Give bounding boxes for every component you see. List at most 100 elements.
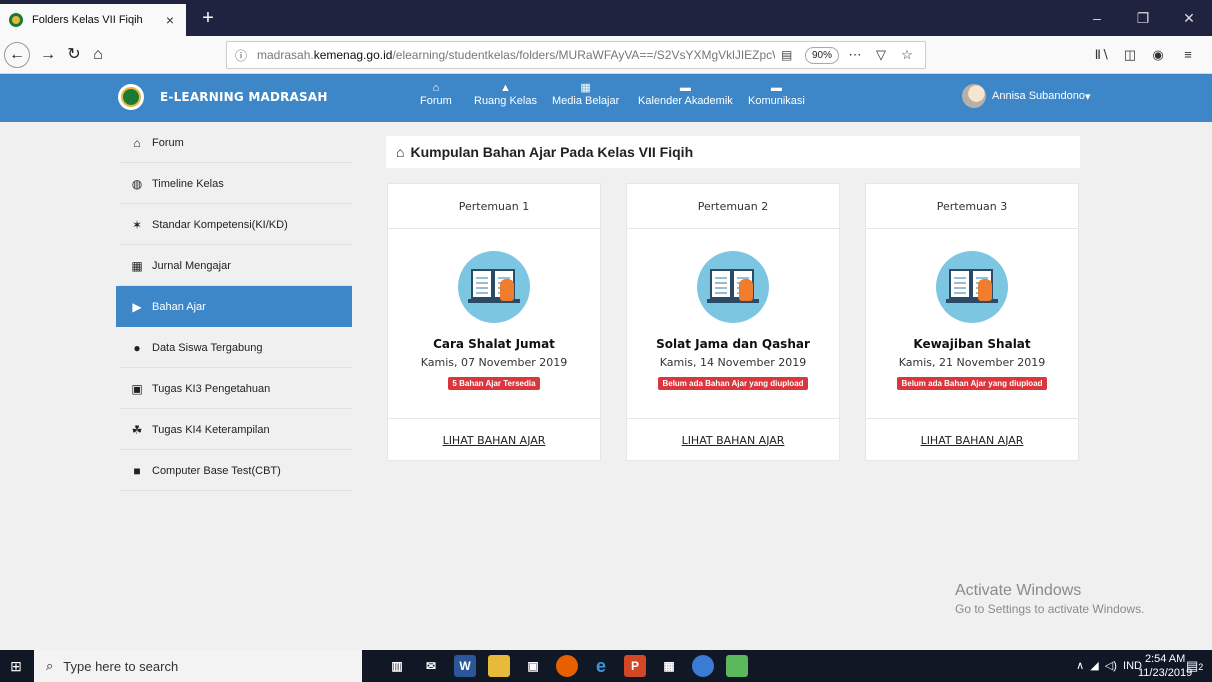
sidebar-item-bahan-ajar[interactable]: ▶ Bahan Ajar xyxy=(116,286,352,327)
store-icon[interactable]: ▣ xyxy=(522,655,544,677)
restore-icon[interactable]: ❐ xyxy=(1120,0,1166,36)
meeting-date: Kamis, 07 November 2019 xyxy=(420,356,568,369)
taskbar-clock[interactable]: 2:54 AM 11/23/2019 xyxy=(1138,652,1192,680)
calendar-icon: ▬ xyxy=(679,82,691,94)
address-bar[interactable]: ⓘ madrasah.kemenag.go.id/elearning/stude… xyxy=(226,41,926,69)
meeting-card: Pertemuan 1 Cara Shalat Jumat Kamis, 07 … xyxy=(387,183,601,461)
file-explorer-icon[interactable] xyxy=(488,655,510,677)
new-tab-button[interactable]: + xyxy=(196,6,220,30)
chevron-down-icon: ▾ xyxy=(1084,90,1091,103)
avatar xyxy=(962,84,986,108)
more-icon[interactable]: ⋯ xyxy=(845,47,865,63)
user-menu[interactable]: Annisa Subandono ▾ xyxy=(962,84,1091,108)
task-view-icon[interactable]: ▥ xyxy=(386,655,408,677)
site-favicon xyxy=(9,13,23,27)
tab-close-icon[interactable]: × xyxy=(162,12,178,28)
nav-komunikasi[interactable]: ▬ Komunikasi xyxy=(748,82,805,108)
meeting-card: Pertemuan 3 Kewajiban Shalat Kamis, 21 N… xyxy=(865,183,1079,461)
library-icon[interactable]: Ⅱ∖ xyxy=(1090,44,1114,66)
notification-icon[interactable]: ▤2 xyxy=(1186,658,1203,674)
url-text[interactable]: madrasah.kemenag.go.id/elearning/student… xyxy=(257,48,775,62)
sidebar-item-timeline-kelas[interactable]: ◍ Timeline Kelas xyxy=(116,163,352,204)
meeting-number: Pertemuan 3 xyxy=(866,184,1078,229)
book-icon xyxy=(697,251,769,323)
nav-ruang-kelas[interactable]: ▲ Ruang Kelas xyxy=(474,82,537,108)
edit-icon: ■ xyxy=(133,463,141,478)
reload-icon[interactable]: ↻ xyxy=(62,43,86,67)
status-badge: Belum ada Bahan Ajar yang diupload xyxy=(658,377,808,390)
task-icon: ▣ xyxy=(131,381,143,396)
meeting-card: Pertemuan 2 Solat Jama dan Qashar Kamis,… xyxy=(626,183,840,461)
calendar-icon: ▦ xyxy=(131,258,143,273)
minimize-icon[interactable]: – xyxy=(1074,0,1120,36)
pocket-icon[interactable]: ▽ xyxy=(871,47,891,63)
calendar-app-icon[interactable]: ▦ xyxy=(658,655,680,677)
sidebar-item-tugas-ki3[interactable]: ▣ Tugas KI3 Pengetahuan xyxy=(116,368,352,409)
sidebar-item-standar-kompetensi[interactable]: ✶ Standar Kompetensi(KI/KD) xyxy=(116,204,352,245)
info-icon[interactable]: ⓘ xyxy=(235,47,251,64)
meeting-title: Solat Jama dan Qashar xyxy=(656,337,810,351)
page-title: Kumpulan Bahan Ajar Pada Kelas VII Fiqih xyxy=(410,144,694,160)
nav-kalender-akademik[interactable]: ▬ Kalender Akademik xyxy=(638,82,733,108)
status-badge: 5 Bahan Ajar Tersedia xyxy=(448,377,540,390)
tab-title: Folders Kelas VII Fiqih xyxy=(32,14,143,26)
page-title-bar: ⌂ Kumpulan Bahan Ajar Pada Kelas VII Fiq… xyxy=(386,136,1080,168)
status-badge: Belum ada Bahan Ajar yang diupload xyxy=(897,377,1047,390)
nav-forum[interactable]: ⌂ Forum xyxy=(420,82,452,108)
sidebar-icon[interactable]: ◫ xyxy=(1118,44,1142,66)
timeline-icon: ◍ xyxy=(131,176,143,191)
home-icon: ⌂ xyxy=(133,135,141,150)
word-icon[interactable]: W xyxy=(454,655,476,677)
sidebar-item-jurnal-mengajar[interactable]: ▦ Jurnal Mengajar xyxy=(116,245,352,286)
meeting-title: Cara Shalat Jumat xyxy=(433,337,555,351)
mail-icon[interactable]: ✉ xyxy=(420,655,442,677)
home-icon: ⌂ xyxy=(396,144,405,160)
meeting-title: Kewajiban Shalat xyxy=(913,337,1031,351)
nav-media-belajar[interactable]: ▦ Media Belajar xyxy=(552,82,619,108)
view-material-link[interactable]: LIHAT BAHAN AJAR xyxy=(682,434,785,447)
meeting-date: Kamis, 21 November 2019 xyxy=(898,356,1046,369)
app-icon[interactable] xyxy=(692,655,714,677)
meeting-number: Pertemuan 2 xyxy=(627,184,839,229)
reader-icon[interactable]: ▤ xyxy=(781,48,799,62)
site-brand[interactable]: E-LEARNING MADRASAH xyxy=(160,90,328,104)
account-icon[interactable]: ◉ xyxy=(1146,44,1170,66)
search-icon: ⌕ xyxy=(46,658,54,673)
search-placeholder: Type here to search xyxy=(63,658,179,674)
bookmark-star-icon[interactable]: ☆ xyxy=(897,47,917,63)
meeting-number: Pertemuan 1 xyxy=(388,184,600,229)
view-material-link[interactable]: LIHAT BAHAN AJAR xyxy=(921,434,1024,447)
zoom-level[interactable]: 90% xyxy=(804,46,839,64)
sidebar-item-tugas-ki4[interactable]: ☘ Tugas KI4 Keterampilan xyxy=(116,409,352,450)
sidebar: ⌂ Forum ◍ Timeline Kelas ✶ Standar Kompe… xyxy=(116,122,352,491)
browser-tab[interactable]: Folders Kelas VII Fiqih × xyxy=(0,4,186,36)
back-icon[interactable]: ← xyxy=(4,42,30,68)
close-window-icon[interactable]: ✕ xyxy=(1166,0,1212,36)
taskbar-search[interactable]: ⌕ Type here to search xyxy=(34,650,362,682)
menu-icon[interactable]: ≡ xyxy=(1176,44,1200,66)
sidebar-item-data-siswa[interactable]: ● Data Siswa Tergabung xyxy=(116,327,352,368)
powerpoint-icon[interactable]: P xyxy=(624,655,646,677)
chart-app-icon[interactable] xyxy=(726,655,748,677)
sidebar-item-cbt[interactable]: ■ Computer Base Test(CBT) xyxy=(116,450,352,491)
system-tray[interactable]: ∧ ◢ ◁) IND xyxy=(1076,659,1142,672)
user-name: Annisa Subandono xyxy=(992,90,1085,102)
class-icon: ▲ xyxy=(500,82,511,94)
taskbar: ⊞ ⌕ Type here to search ▥ ✉ W ▣ e P ▦ ∧ … xyxy=(0,650,1212,682)
activation-watermark: Activate Windows Go to Settings to activ… xyxy=(955,582,1145,616)
forward-icon[interactable]: → xyxy=(36,43,60,67)
firefox-icon[interactable] xyxy=(556,655,578,677)
sidebar-item-forum[interactable]: ⌂ Forum xyxy=(116,122,352,163)
home-icon: ⌂ xyxy=(432,82,440,94)
site-header: E-LEARNING MADRASAH ⌂ Forum ▲ Ruang Kela… xyxy=(0,74,1212,122)
standard-icon: ✶ xyxy=(131,217,143,232)
media-icon: ▦ xyxy=(580,82,591,94)
meeting-date: Kamis, 14 November 2019 xyxy=(659,356,807,369)
view-material-link[interactable]: LIHAT BAHAN AJAR xyxy=(443,434,546,447)
browser-tab-bar: Folders Kelas VII Fiqih × + – ❐ ✕ xyxy=(0,0,1212,36)
folder-open-icon: ▶ xyxy=(132,299,142,314)
edge-icon[interactable]: e xyxy=(590,655,612,677)
windows-start-icon[interactable]: ⊞ xyxy=(8,658,24,674)
madrasah-logo[interactable] xyxy=(118,84,144,110)
home-icon[interactable]: ⌂ xyxy=(86,43,110,67)
